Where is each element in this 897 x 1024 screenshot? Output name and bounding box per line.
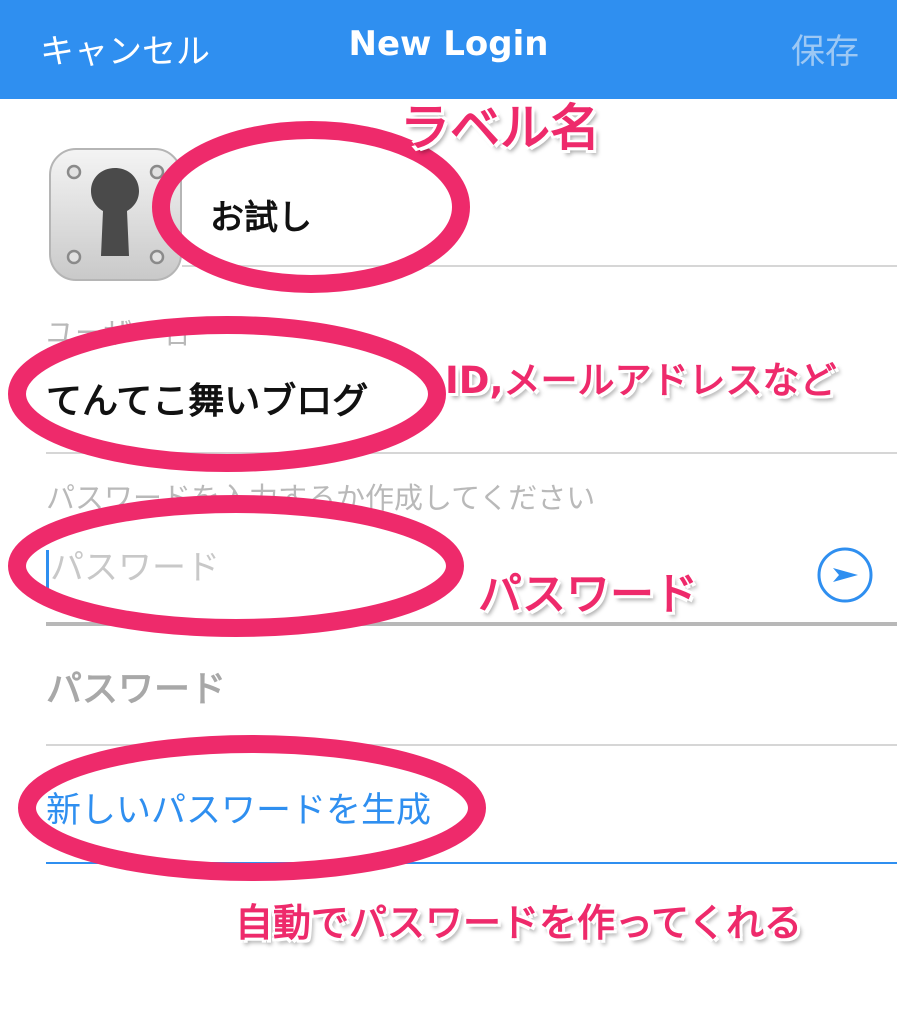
annotation-label-name: ラベル名 <box>400 99 600 157</box>
annotation-auto-generate: 自動でパスワードを作ってくれる <box>235 901 802 945</box>
page-title: New Login <box>348 24 549 64</box>
password-hint: パスワードを入力するか作成してください <box>46 481 596 515</box>
password-section-divider <box>46 744 897 746</box>
username-divider <box>46 452 897 454</box>
username-field[interactable]: てんてこ舞いブログ <box>46 372 368 424</box>
save-button[interactable]: 保存 <box>791 24 859 73</box>
generate-password-button[interactable]: 新しいパスワードを生成 <box>46 782 431 833</box>
username-caption: ユーザー名 <box>46 316 191 350</box>
circle-arrow-right-icon[interactable] <box>816 546 874 604</box>
annotation-password: パスワード <box>478 569 698 620</box>
keyhole-vault-icon <box>49 148 182 281</box>
label-name-field[interactable]: お試し <box>210 190 312 239</box>
label-divider <box>182 265 897 267</box>
password-section-label: パスワード <box>46 669 227 710</box>
annotation-id-email: ID,メールアドレスなど <box>445 359 837 402</box>
password-underline <box>46 622 897 626</box>
generate-divider <box>46 862 897 864</box>
text-cursor <box>46 550 49 590</box>
